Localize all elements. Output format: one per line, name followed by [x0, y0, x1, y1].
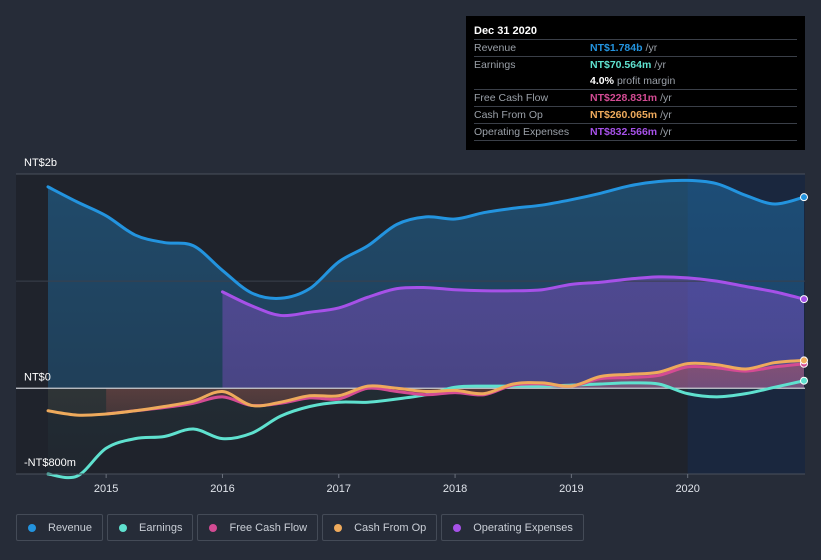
tooltip-unit: /yr	[660, 109, 672, 121]
tooltip-unit: profit margin	[616, 75, 676, 87]
tooltip-label: Cash From Op	[474, 109, 543, 121]
tooltip-value: NT$1.784b	[590, 42, 643, 54]
x-tick-label: 2019	[559, 483, 583, 495]
y-tick-label: NT$2b	[24, 157, 57, 169]
legend-dot-icon	[334, 523, 343, 532]
legend-dot-icon	[119, 523, 128, 532]
tooltip-value: NT$70.564m	[590, 59, 652, 71]
x-tick-label: 2018	[443, 483, 467, 495]
tooltip-label	[474, 73, 590, 89]
legend-label: Free Cash Flow	[229, 521, 308, 534]
tooltip-date: Dec 31 2020	[474, 23, 797, 40]
tooltip-row: Cash From Op NT$260.065m/yr	[474, 107, 797, 124]
legend-label: Earnings	[139, 521, 183, 534]
tooltip-unit: /yr	[654, 59, 666, 71]
legend-dot-icon	[453, 523, 462, 532]
x-tick-label: 2015	[94, 483, 118, 495]
tooltip-unit: /yr	[660, 126, 672, 138]
tooltip-row: 4.0% profit margin	[474, 73, 797, 90]
tooltip-value: NT$260.065m	[590, 109, 658, 121]
legend-dot-icon	[28, 523, 36, 532]
x-tick-label: 2020	[675, 483, 699, 495]
tooltip-unit: /yr	[660, 92, 672, 104]
tooltip-panel: Dec 31 2020 Revenue NT$1.784b/yr Earnings N…	[466, 16, 805, 150]
tooltip-label: Earnings	[474, 59, 516, 71]
x-axis-labels: 2015 2016 2017 2018 2019 2020	[16, 473, 805, 495]
tooltip-value: 4.0%	[590, 75, 614, 87]
x-tick-label: 2016	[210, 483, 234, 495]
y-tick-label: -NT$800m	[24, 457, 76, 469]
legend-label: Cash From Op	[354, 521, 427, 534]
legend-label: Revenue	[48, 521, 93, 534]
legend-item-free-cash-flow[interactable]: Free Cash Flow	[197, 514, 319, 541]
legend-item-cash-from-op[interactable]: Cash From Op	[322, 514, 438, 541]
tooltip-row: Operating Expenses NT$832.566m/yr	[474, 124, 797, 141]
operating-expenses-end-marker	[800, 295, 808, 304]
tooltip-unit: /yr	[645, 42, 658, 54]
tooltip-row: Revenue NT$1.784b/yr	[474, 40, 797, 57]
legend: Revenue Earnings Free Cash Flow Cash From O…	[16, 514, 584, 541]
tooltip-label: Operating Expenses	[474, 126, 570, 138]
cash-from-op-end-marker	[800, 356, 808, 365]
legend-item-earnings[interactable]: Earnings	[107, 514, 194, 541]
legend-item-revenue[interactable]: Revenue	[16, 514, 104, 541]
y-tick-label: NT$0	[24, 371, 51, 383]
tooltip-value: NT$228.831m	[590, 92, 658, 104]
tooltip-label: Revenue	[474, 42, 517, 54]
legend-label: Operating Expenses	[473, 521, 573, 534]
tooltip-row: Free Cash Flow NT$228.831m/yr	[474, 90, 797, 107]
tooltip-value: NT$832.566m	[590, 126, 658, 138]
x-tick-label: 2017	[327, 483, 351, 495]
legend-item-operating-expenses[interactable]: Operating Expenses	[441, 514, 584, 541]
tooltip-row: Earnings NT$70.564m/yr	[474, 57, 797, 73]
tooltip-label: Free Cash Flow	[474, 92, 549, 104]
revenue-end-marker	[800, 193, 808, 202]
legend-dot-icon	[209, 523, 218, 532]
earnings-end-marker	[800, 376, 808, 385]
